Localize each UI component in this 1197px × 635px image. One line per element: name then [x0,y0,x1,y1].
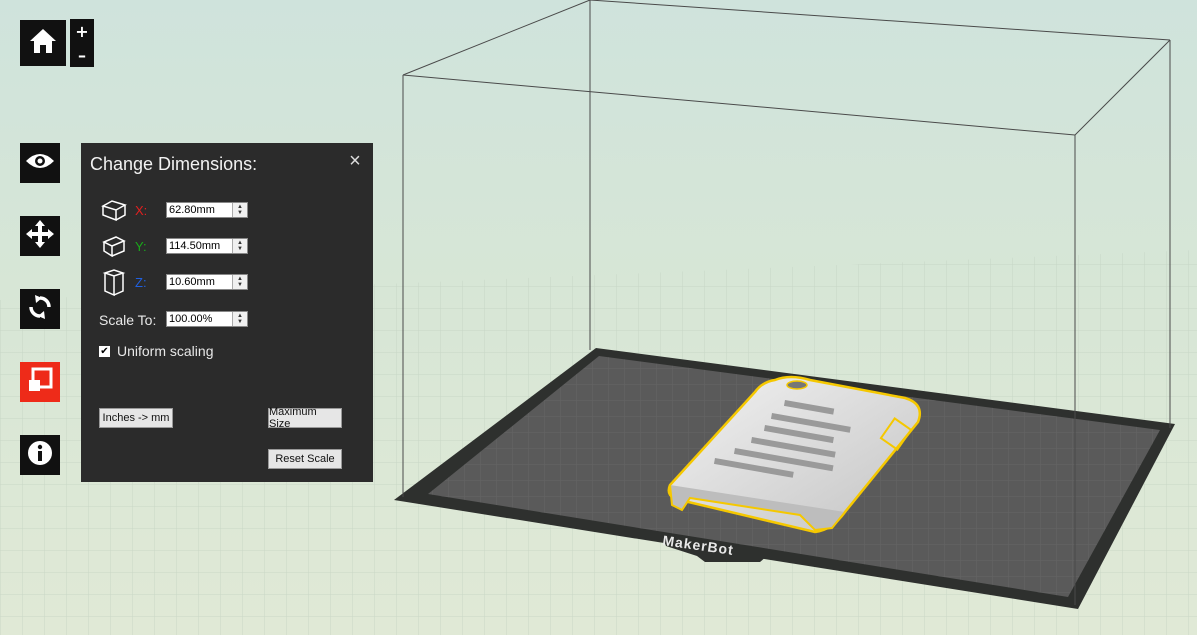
move-icon [25,219,55,254]
close-icon[interactable]: × [346,151,364,171]
home-button[interactable] [20,20,66,66]
cube-z-icon [101,269,127,296]
x-label: X: [135,202,148,218]
zoom-in-button[interactable]: + [70,19,94,43]
maximum-size-button[interactable]: Maximum Size [268,406,342,430]
cube-x-icon [101,197,127,223]
scale-to-label: Scale To: [99,312,157,328]
change-dimensions-panel: Change Dimensions: × X: ▲▼ Y: ▲▼ Z: ▲▼ S… [81,143,373,482]
rotate-icon [27,294,53,325]
look-button[interactable] [20,143,60,183]
y-label: Y: [135,238,147,254]
dimension-row-y: Y: [101,233,165,259]
reset-scale-button[interactable]: Reset Scale [268,449,342,469]
uniform-scaling-checkbox[interactable]: ✔ Uniform scaling [99,343,213,359]
inches-to-mm-button[interactable]: Inches -> mm [99,408,173,428]
z-dimension-input[interactable] [167,275,232,289]
scale-percent-input[interactable] [167,312,232,326]
dimension-row-x: X: [101,197,165,223]
x-dimension-stepper[interactable]: ▲▼ [166,202,248,218]
z-dimension-stepper[interactable]: ▲▼ [166,274,248,290]
home-icon [28,27,58,60]
y-dimension-stepper[interactable]: ▲▼ [166,238,248,254]
turn-button[interactable] [20,289,60,329]
dimension-row-z: Z: [101,269,165,296]
info-icon [27,440,53,471]
y-spin-arrows[interactable]: ▲ ▼ [232,239,247,253]
cube-y-icon [101,233,127,259]
eye-icon [25,152,55,175]
zoom-out-button[interactable]: – [70,43,94,67]
object-info-button[interactable] [20,435,60,475]
move-button[interactable] [20,216,60,256]
y-dimension-input[interactable] [167,239,232,253]
x-spin-arrows[interactable]: ▲ ▼ [232,203,247,217]
scale-spin-arrows[interactable]: ▲ ▼ [232,312,247,326]
scale-button[interactable] [20,362,60,402]
panel-title: Change Dimensions: [90,154,258,174]
scale-percent-stepper[interactable]: ▲▼ [166,311,248,327]
scale-icon [27,367,53,398]
checkbox-check-icon[interactable]: ✔ [99,345,110,357]
uniform-scaling-label: Uniform scaling [117,343,214,359]
z-label: Z: [135,274,147,290]
x-dimension-input[interactable] [167,203,232,217]
z-spin-arrows[interactable]: ▲ ▼ [232,275,247,289]
